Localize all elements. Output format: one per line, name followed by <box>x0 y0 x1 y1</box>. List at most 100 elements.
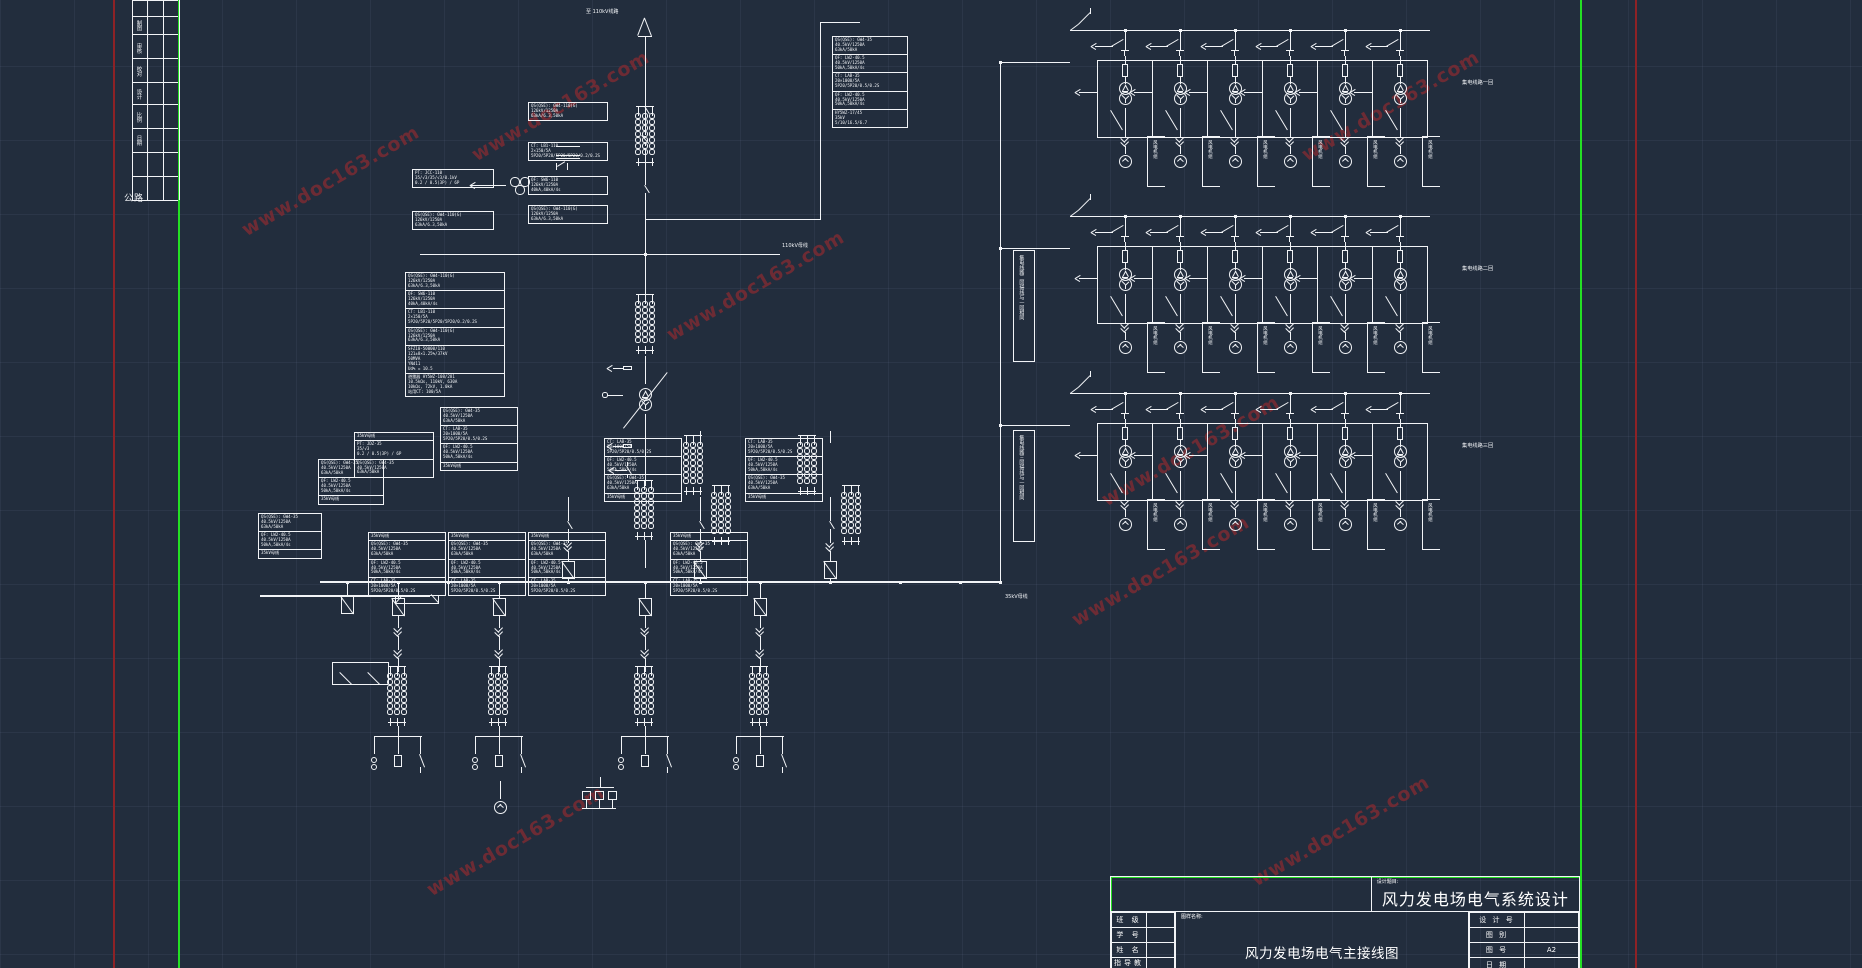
wire-h <box>1147 186 1165 187</box>
sheet-border-red-right <box>1635 0 1637 968</box>
wire-h <box>1189 92 1207 93</box>
bay-b2-arrester-bead <box>488 685 494 691</box>
annotation-line: 63kA/50kA <box>835 46 858 52</box>
wire-v <box>700 497 701 517</box>
fuse-top <box>1231 50 1239 51</box>
wire-v <box>760 726 761 736</box>
titleblock-right-value-3[interactable] <box>1524 957 1579 968</box>
wire-v <box>645 658 646 672</box>
cad-canvas[interactable]: www.doc163.com www.doc163.com www.doc163.c… <box>0 0 1862 968</box>
annotation-segment: CT: LAB-35 20×1000/5A 5P20/5P20/0.5/0.2S <box>369 578 445 595</box>
wire-h <box>1134 455 1152 456</box>
wire-v <box>714 485 715 495</box>
wire-h <box>1147 322 1165 323</box>
feeder-note-text: 集电线路三回接线与一回相同 <box>1018 435 1025 500</box>
wire-h <box>1257 372 1275 373</box>
bay-feeder-a-arrester-bead <box>711 504 717 510</box>
wire-v <box>721 485 722 495</box>
bus-110-label: 110kV母线 <box>782 243 808 249</box>
wire-h <box>1095 232 1113 233</box>
wire-h <box>1257 322 1275 323</box>
bay-feeder-b-arrester-bead <box>841 528 847 534</box>
unit-fuse <box>1122 64 1128 77</box>
annotation-line: 5P20/5P20/5P20/5P20/0.2/0.2S <box>531 152 601 158</box>
wire-v <box>600 777 601 787</box>
fuse-top <box>1396 50 1404 51</box>
arrester-bay-a-bead <box>690 454 696 460</box>
arrester-tr-hv-bead <box>635 319 641 325</box>
annotation-bay-row2-d: 35kV母线 QS(QSE): GW4-35 40.5kV/1250A 63kA/50… <box>670 532 748 597</box>
fuse-top <box>1286 236 1294 237</box>
annotation-segment: QS(QSE): GW4-35 40.5kV/1250A 63kA/50kA <box>746 475 822 494</box>
annotation-segment: QS(QSE): GW4-35 40.5kV/1250A 63kA/50kA <box>355 460 433 477</box>
wire-v <box>1290 471 1291 501</box>
arrester-bay-a-bead <box>690 472 696 478</box>
annotation-segment: CT: LAB-35 20×1000/5A 5P20/5P20/0.5/0.2S <box>529 578 605 595</box>
bay-b3-arrester-bead <box>641 685 647 691</box>
wire-v <box>1180 30 1181 44</box>
arrester-110-line-bead <box>649 125 655 131</box>
fuse-top <box>1396 236 1404 237</box>
annotation-line: 40kA,40kA/4s <box>408 301 438 307</box>
annotation-line: 5P20/5P20/0.5/0.2S <box>607 448 652 454</box>
arrester-bay-a-bead <box>683 472 689 478</box>
annotation-bay-row2-a: 35kV母线 QS(QSE): GW4-35 40.5kV/1250A 63kA/50… <box>368 532 446 597</box>
titleblock-left-value-0[interactable] <box>1146 912 1175 928</box>
unit-fuse <box>1122 250 1128 263</box>
wind-generator <box>1228 517 1242 531</box>
titleblock-left-value-2[interactable] <box>1146 942 1175 958</box>
unit-fuse <box>1287 427 1293 440</box>
titleblock-left-value-3[interactable] <box>1146 957 1175 968</box>
wind-generator <box>1393 517 1407 531</box>
bay-b3-arrester-bead <box>641 709 647 715</box>
wire-h <box>1079 278 1097 279</box>
unit-fuse <box>1177 64 1183 77</box>
wire-v <box>760 736 761 754</box>
annotation-line: 63kA/50kA <box>531 551 554 557</box>
fuse-top <box>1286 413 1294 414</box>
wire-v <box>1345 294 1346 324</box>
wire-h <box>1422 372 1440 373</box>
titleblock-right-value-0[interactable] <box>1524 912 1579 928</box>
arrester-tr-hv-bead <box>642 325 648 331</box>
wire-v <box>1345 471 1346 501</box>
wire-v <box>645 36 646 102</box>
wire-v <box>645 219 646 254</box>
titleblock-right-value-1[interactable] <box>1524 927 1579 943</box>
wire-v <box>1180 216 1181 230</box>
arrester-bay-a-bead <box>697 454 703 460</box>
annotation-line: 5P20/5P20/0.5/0.2S <box>835 83 880 89</box>
titleblock-left-value-1[interactable] <box>1146 927 1175 943</box>
fuse-top <box>1231 413 1239 414</box>
annotation-line: 50kA,50kA/4s <box>451 569 481 575</box>
annotation-line: 35kV母线 <box>443 462 462 468</box>
annotation-segment: QF: LW2-40.5 40.5kV/1250A 50kA,50kA/4s <box>369 560 445 578</box>
bay-b4-arrester-bead <box>763 691 769 697</box>
pt-110-cluster <box>515 185 525 195</box>
bay-b3-arrester-bead <box>648 697 654 703</box>
margin-row-divider <box>132 58 178 59</box>
annotation-line: 50kA,50kA/4s <box>835 101 865 107</box>
arrester-110-line-bead <box>649 137 655 143</box>
annotation-line-bay-110-top: QS(QSE): GW4-110(G) 126kV/1250A 63kA/6.3,5… <box>528 102 608 122</box>
wire-v <box>404 666 405 676</box>
wire-v <box>759 666 760 676</box>
wire-v <box>521 767 522 773</box>
wire-h <box>1370 232 1388 233</box>
arrester-tr-hv-bead <box>649 319 655 325</box>
annotation-segment: 35kV母线 <box>369 533 445 542</box>
unit-fuse <box>1232 250 1238 263</box>
bay-b1-arrester-bead <box>387 697 393 703</box>
wire-v <box>499 658 500 672</box>
arrester-tr-lv-bead <box>641 511 647 517</box>
wire-v <box>1345 146 1346 154</box>
annotation-segment: 35kV母线 <box>529 533 605 542</box>
wire-v <box>521 736 522 754</box>
wire-h <box>1422 549 1440 550</box>
wire-v <box>1207 92 1208 93</box>
wire-v <box>1147 136 1148 186</box>
titleblock-right-value-2[interactable]: A2 <box>1524 942 1579 958</box>
wire-v <box>1422 322 1423 372</box>
annotation-line: 50kA,50kA/4s <box>673 569 703 575</box>
bay-feeder-a-arrester-bead <box>725 522 731 528</box>
